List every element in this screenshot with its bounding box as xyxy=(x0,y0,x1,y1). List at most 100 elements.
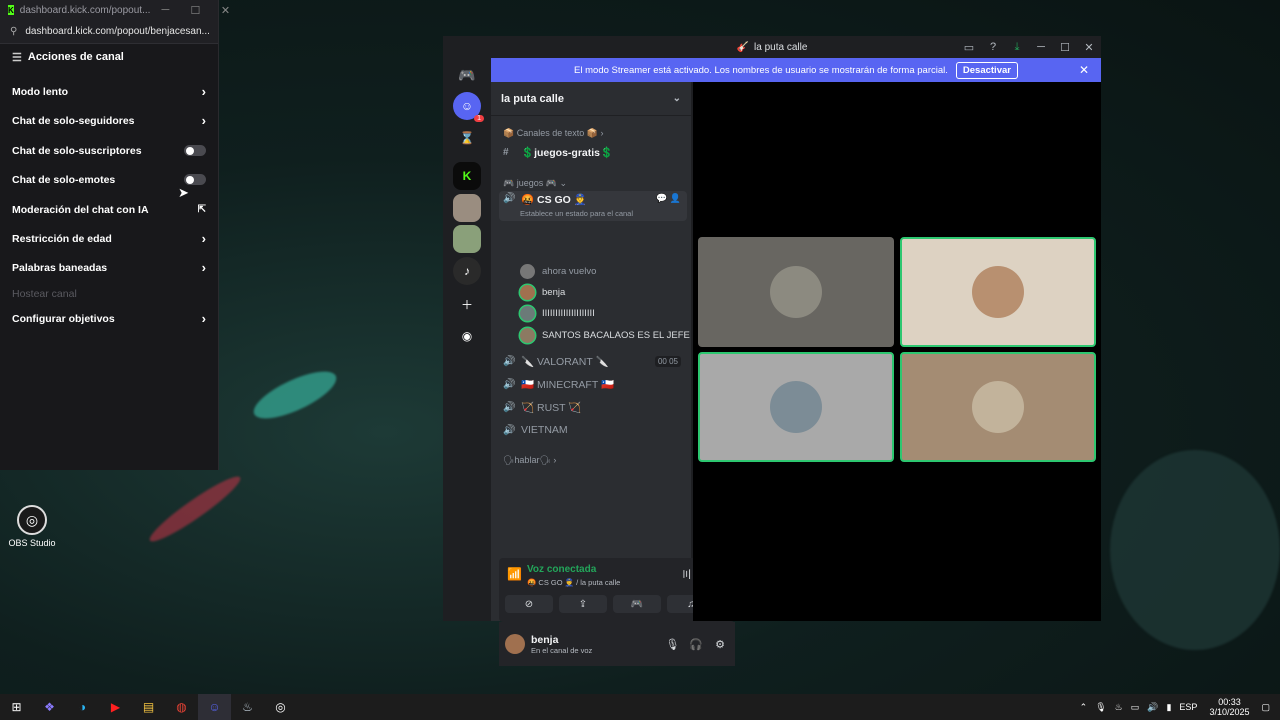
hourglass-icon[interactable]: ⌛ xyxy=(453,124,481,152)
screen-share-button[interactable]: ⇪ xyxy=(559,595,607,613)
url-bar[interactable]: ⚲ dashboard.kick.com/popout/benjacesan..… xyxy=(0,20,218,44)
microphone-icon[interactable]: 🎙 xyxy=(1095,702,1106,713)
participant-tile[interactable] xyxy=(698,237,894,347)
server-icon-kick[interactable]: K xyxy=(453,162,481,190)
minimize-icon[interactable]: ─ xyxy=(1029,41,1053,53)
discord-taskbar-icon[interactable]: ☺ xyxy=(198,694,231,720)
volume-icon[interactable]: 🔊 xyxy=(1147,702,1158,713)
category-talk[interactable]: 🗣hablar🗣 › xyxy=(503,455,556,466)
username: benja xyxy=(531,633,559,646)
streamer-mode-banner: El modo Streamer está activado. Los nomb… xyxy=(491,58,1101,82)
voice-channel[interactable]: 🔊 🏹 RUST 🏹 xyxy=(499,396,687,418)
activities-button[interactable]: 🎮 xyxy=(613,595,661,613)
youtube-icon[interactable]: ▶ xyxy=(99,694,132,720)
gamepad-icon: 🎮 xyxy=(630,598,644,610)
avatar[interactable] xyxy=(505,634,525,654)
avatar xyxy=(520,305,535,321)
discover-icon[interactable]: ◉ xyxy=(453,322,481,350)
channel-label: 🤬 CS GO 👮 xyxy=(521,194,587,206)
file-explorer-icon[interactable]: ▤ xyxy=(132,694,165,720)
add-server-icon[interactable]: ＋ xyxy=(453,290,481,318)
channel-label: VIETNAM xyxy=(521,424,568,436)
category-text-channels[interactable]: 📦 Canales de texto 📦 › xyxy=(503,128,603,139)
camera-off-button[interactable]: ⊘ xyxy=(505,595,553,613)
voice-member[interactable]: SANTOS BACALAOS ES EL JEFE xyxy=(520,325,690,345)
participant-tile-speaking[interactable] xyxy=(698,352,894,462)
menu-item-label: Restricción de edad xyxy=(12,232,112,245)
voice-member[interactable]: benja xyxy=(520,282,565,302)
server-icon-avatar[interactable] xyxy=(453,194,481,222)
hash-icon: # xyxy=(503,146,509,158)
voice-member[interactable]: ahora vuelvo xyxy=(520,261,596,281)
server-icon-discord[interactable]: ☺ 1 xyxy=(453,92,484,122)
channel-actions-title: Acciones de canal xyxy=(27,51,124,63)
participant-tile-speaking[interactable] xyxy=(900,352,1096,462)
voice-status[interactable]: Voz conectada xyxy=(527,564,596,575)
clock[interactable]: 00:33 3/10/2025 xyxy=(1205,697,1253,717)
emotes-only-toggle[interactable] xyxy=(184,174,206,186)
category-label: 📦 Canales de texto 📦 xyxy=(503,128,598,138)
signal-icon: 📶 xyxy=(507,567,522,581)
battery-icon[interactable]: ▮ xyxy=(1166,702,1171,713)
microphone-icon[interactable]: 🎙 xyxy=(665,638,679,651)
network-icon[interactable]: ▭ xyxy=(1131,702,1140,713)
url-text: dashboard.kick.com/popout/benjacesan... xyxy=(25,26,210,37)
maximize-icon[interactable]: ☐ xyxy=(180,4,210,17)
server-icon-avatar[interactable] xyxy=(453,225,481,253)
text-channel[interactable]: # 💲juegos-gratis💲 xyxy=(499,141,687,163)
language-indicator[interactable]: ESP xyxy=(1179,702,1197,712)
chevron-right-icon: › xyxy=(201,231,206,247)
camera-off-icon: ⊘ xyxy=(524,598,534,610)
maximize-icon[interactable]: ☐ xyxy=(1053,41,1077,54)
voice-channel[interactable]: 🔊 🔪 VALORANT 🔪 00 05 xyxy=(499,350,687,372)
voice-channel[interactable]: 🔊 🇨🇱 MINECRAFT 🇨🇱 xyxy=(499,373,687,395)
chrome-icon[interactable]: ◍ xyxy=(165,694,198,720)
subscribers-only-toggle[interactable] xyxy=(184,145,206,157)
voice-channel-active[interactable]: 🔊 🤬 CS GO 👮 Establece un estado para el … xyxy=(499,191,687,221)
server-icon-active[interactable]: ♪ xyxy=(453,257,481,285)
close-icon[interactable]: ✕ xyxy=(210,4,240,17)
site-settings-icon[interactable]: ⚲ xyxy=(10,26,17,37)
copilot-icon[interactable]: ❖ xyxy=(33,694,66,720)
disable-streamer-mode-button[interactable]: Desactivar xyxy=(955,61,1018,79)
channel-status[interactable]: Establece un estado para el canal xyxy=(520,209,633,218)
menu-item-followers-only[interactable]: Chat de solo-seguidores › xyxy=(0,106,218,136)
help-icon[interactable]: ? xyxy=(981,41,1005,53)
category-games[interactable]: 🎮 juegos 🎮 ⌄ xyxy=(503,178,567,189)
chevron-up-icon[interactable]: ⌃ xyxy=(1080,702,1088,713)
noise-suppression-icon[interactable]: 〣 xyxy=(681,566,692,582)
member-name: benja xyxy=(542,286,566,298)
inbox-icon[interactable]: ▭ xyxy=(957,41,981,54)
menu-item-slow-mode[interactable]: Modo lento › xyxy=(0,77,218,107)
discord-titlebar: 🎸 la puta calle ▭ ? ⤓ ─ ☐ ✕ xyxy=(443,36,1101,58)
steam-tray-icon[interactable]: ♨ xyxy=(1115,702,1123,713)
channel-label: 🔪 VALORANT 🔪 xyxy=(521,355,609,368)
edge-icon[interactable]: ◑ xyxy=(66,694,99,720)
menu-item-configure-goals[interactable]: Configurar objetivos › xyxy=(0,304,218,334)
wallpaper-streak xyxy=(144,470,246,548)
notifications-icon[interactable]: ▢ xyxy=(1261,702,1270,713)
start-icon[interactable]: ⊞ xyxy=(0,694,33,720)
discord-home-icon[interactable]: 🎮 xyxy=(453,61,481,89)
close-icon[interactable]: ✕ xyxy=(1077,41,1101,54)
download-icon[interactable]: ⤓ xyxy=(1005,41,1029,54)
participant-tile-speaking[interactable] xyxy=(900,237,1096,347)
voice-location[interactable]: 🤬 CS GO 👮 / la puta calle xyxy=(527,578,620,587)
kick-titlebar: K dashboard.kick.com/popout... ─ ☐ ✕ xyxy=(0,0,230,20)
menu-item-age-restriction[interactable]: Restricción de edad › xyxy=(0,224,218,254)
menu-item-label: Chat de solo-seguidores xyxy=(12,114,135,127)
gear-icon[interactable]: ⚙ xyxy=(715,638,725,651)
headphones-icon[interactable]: 🎧 xyxy=(689,638,703,651)
channel-label: 💲juegos-gratis💲 xyxy=(521,146,614,159)
speaker-icon: 🔊 xyxy=(503,355,516,367)
steam-icon[interactable]: ♨ xyxy=(231,694,264,720)
obs-taskbar-icon[interactable]: ◎ xyxy=(264,694,297,720)
screen-share-icon: ⇪ xyxy=(578,598,588,610)
voice-member[interactable]: IIIIIIIIIIIIIIIIIIII xyxy=(520,303,595,323)
server-header[interactable]: la puta calle ⌄ xyxy=(491,82,691,116)
minimize-icon[interactable]: ─ xyxy=(150,4,180,17)
obs-desktop-shortcut[interactable]: ◎ OBS Studio xyxy=(8,505,56,548)
voice-channel[interactable]: 🔊 VIETNAM xyxy=(499,419,687,441)
chat-and-invite-icon[interactable]: 💬 👤 xyxy=(656,193,681,204)
close-banner-icon[interactable]: ✕ xyxy=(1079,63,1089,77)
